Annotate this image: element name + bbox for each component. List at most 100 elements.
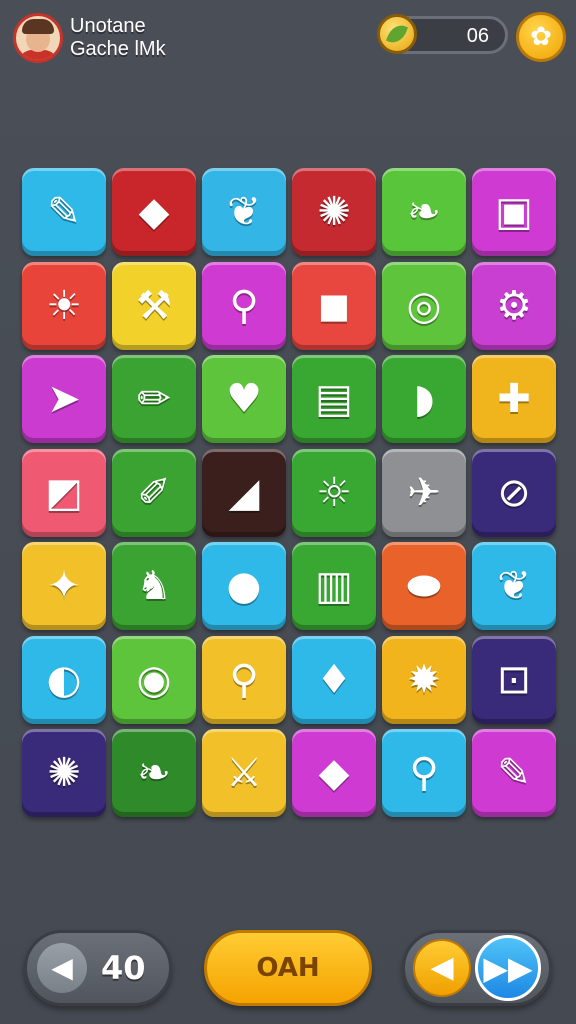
board-tile[interactable]: ⊡ bbox=[472, 636, 556, 724]
board-tile[interactable]: ◼ bbox=[292, 262, 376, 350]
target-icon: ⊡ bbox=[497, 657, 531, 703]
board-tile[interactable]: ⚲ bbox=[382, 729, 466, 817]
board-tile[interactable]: ◢ bbox=[202, 449, 286, 537]
fruit-icon: ● bbox=[226, 563, 262, 609]
board-tile[interactable]: ☼ bbox=[292, 449, 376, 537]
board-tile[interactable]: ◉ bbox=[112, 636, 196, 724]
board-tile[interactable]: ♞ bbox=[112, 542, 196, 630]
fox-icon: ♞ bbox=[136, 563, 172, 609]
shell-icon: ◐ bbox=[46, 657, 82, 703]
board-tile[interactable]: ✏ bbox=[112, 355, 196, 443]
board-tile[interactable]: ⚒ bbox=[112, 262, 196, 350]
top-bar: Unotane Gache lMk 06 ✿ bbox=[0, 0, 576, 80]
ring-icon: ◎ bbox=[406, 283, 442, 329]
board-tile[interactable]: ◩ bbox=[22, 449, 106, 537]
avatar-hair bbox=[22, 19, 54, 34]
board-tile[interactable]: ▤ bbox=[292, 355, 376, 443]
board-tile[interactable]: ● bbox=[202, 542, 286, 630]
bottle-icon: ◗ bbox=[413, 376, 435, 422]
board-tile[interactable]: ◆ bbox=[292, 729, 376, 817]
magnifier-icon: ⚲ bbox=[409, 750, 439, 796]
board-tile[interactable]: ✺ bbox=[292, 168, 376, 256]
gem-icon: ✦ bbox=[47, 563, 81, 609]
board-tile[interactable]: ♥ bbox=[202, 355, 286, 443]
board-tile[interactable]: ❧ bbox=[112, 729, 196, 817]
board-tile[interactable]: ◎ bbox=[382, 262, 466, 350]
leaf-icon: ❧ bbox=[137, 750, 171, 796]
board-tile[interactable]: ⚲ bbox=[202, 262, 286, 350]
board-tile[interactable]: ⚙ bbox=[472, 262, 556, 350]
sound-value: 40 bbox=[101, 949, 146, 987]
board-tile[interactable]: ✚ bbox=[472, 355, 556, 443]
magnifier-icon: ⚲ bbox=[229, 283, 259, 329]
main-action-button[interactable]: OAH bbox=[204, 930, 372, 1006]
torch-icon: ♦ bbox=[316, 657, 352, 703]
board-tile[interactable]: ⚲ bbox=[202, 636, 286, 724]
player-name-line2: Gache lMk bbox=[70, 38, 166, 60]
pencil-icon: ✏ bbox=[137, 376, 171, 422]
radio-icon: ▤ bbox=[315, 376, 353, 422]
arrow-right-icon[interactable]: ▶▶ bbox=[475, 935, 541, 1001]
cube-icon: ◼ bbox=[317, 283, 351, 329]
player-name: Unotane Gache lMk bbox=[70, 15, 166, 61]
board-tile[interactable]: ✎ bbox=[472, 729, 556, 817]
feather-icon: ❦ bbox=[497, 563, 531, 609]
fan-icon: ✺ bbox=[317, 189, 351, 235]
crystal-icon: ◆ bbox=[138, 189, 170, 235]
star-face-icon: ✹ bbox=[407, 657, 441, 703]
sun-icon: ☼ bbox=[316, 470, 352, 516]
navigation-control: ◀ ▶▶ bbox=[402, 930, 552, 1006]
compass-icon: ⊘ bbox=[497, 470, 531, 516]
speaker-icon[interactable]: ◀ bbox=[37, 943, 87, 993]
board-tile[interactable]: ⊘ bbox=[472, 449, 556, 537]
board-tile[interactable]: ✺ bbox=[22, 729, 106, 817]
coin-icon bbox=[377, 14, 417, 54]
board-tile[interactable]: ❦ bbox=[472, 542, 556, 630]
plug-icon: ✚ bbox=[497, 376, 531, 422]
board-tile[interactable]: ✎ bbox=[22, 168, 106, 256]
board-tile[interactable]: ➤ bbox=[22, 355, 106, 443]
board-tile[interactable]: ◆ bbox=[112, 168, 196, 256]
player-avatar[interactable] bbox=[13, 13, 63, 63]
board-tile[interactable]: ⬬ bbox=[382, 542, 466, 630]
board-tile[interactable]: ◐ bbox=[22, 636, 106, 724]
board-tile[interactable]: ⚔ bbox=[202, 729, 286, 817]
heart-icon: ♥ bbox=[226, 376, 262, 422]
board-tile[interactable]: ✦ bbox=[22, 542, 106, 630]
ufo-icon: ⬬ bbox=[406, 563, 442, 609]
torch-icon: ☀ bbox=[46, 283, 82, 329]
brush-icon: ✎ bbox=[47, 189, 81, 235]
dolphin-icon: ➤ bbox=[47, 376, 81, 422]
rocket-icon: ✈ bbox=[407, 470, 441, 516]
crystal-icon: ◆ bbox=[318, 750, 350, 796]
magnifier-icon: ⚲ bbox=[229, 657, 259, 703]
board-tile[interactable]: ❦ bbox=[202, 168, 286, 256]
board-tile[interactable]: ▣ bbox=[472, 168, 556, 256]
leaf-icon: ❧ bbox=[407, 189, 441, 235]
board-tile[interactable]: ✐ bbox=[112, 449, 196, 537]
board-tile[interactable]: ✹ bbox=[382, 636, 466, 724]
book-icon: ▥ bbox=[315, 563, 353, 609]
fish-icon: ◉ bbox=[136, 657, 172, 703]
wrench-icon: ⚙ bbox=[496, 283, 532, 329]
board-tile[interactable]: ▥ bbox=[292, 542, 376, 630]
eraser-icon: ◩ bbox=[45, 470, 83, 516]
board-tile[interactable]: ◗ bbox=[382, 355, 466, 443]
swords-icon: ⚔ bbox=[226, 750, 262, 796]
gear-icon: ✿ bbox=[530, 22, 552, 52]
board-tile[interactable]: ✈ bbox=[382, 449, 466, 537]
bird-icon: ✺ bbox=[47, 750, 81, 796]
board-tile[interactable]: ☀ bbox=[22, 262, 106, 350]
arrow-icon: ◢ bbox=[228, 470, 260, 516]
leaf-icon: ❦ bbox=[227, 189, 261, 235]
marker-icon: ✐ bbox=[137, 470, 171, 516]
settings-button[interactable]: ✿ bbox=[516, 12, 566, 62]
board-tile[interactable]: ❧ bbox=[382, 168, 466, 256]
arrow-left-icon[interactable]: ◀ bbox=[413, 939, 471, 997]
camera-icon: ▣ bbox=[495, 189, 533, 235]
brush-icon: ✎ bbox=[497, 750, 531, 796]
board-tile[interactable]: ♦ bbox=[292, 636, 376, 724]
sound-control[interactable]: ◀ 40 bbox=[24, 930, 172, 1006]
coin-count: 06 bbox=[466, 25, 489, 47]
hammer-icon: ⚒ bbox=[136, 283, 172, 329]
